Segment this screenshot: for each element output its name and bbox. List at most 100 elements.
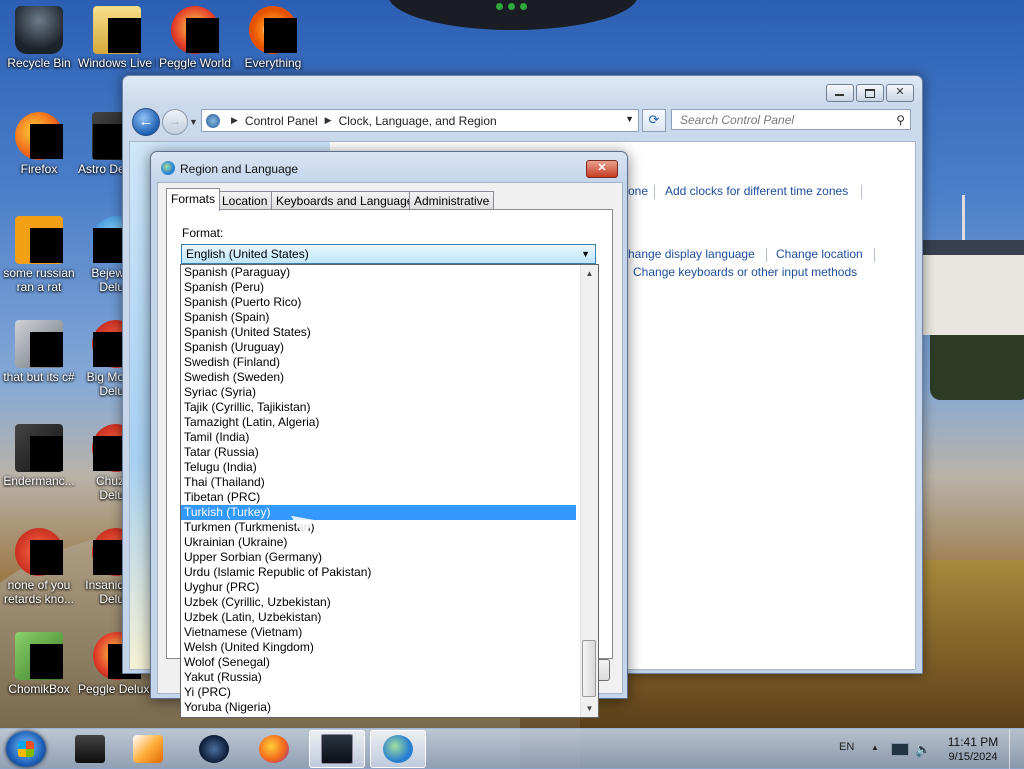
format-option[interactable]: Uzbek (Latin, Uzbekistan) [181, 610, 576, 625]
taskbar-item-firefox[interactable] [246, 730, 302, 768]
desktop-icon-chomikbox[interactable]: ChomikBox [0, 632, 78, 696]
tab-administrative[interactable]: Administrative [409, 191, 495, 210]
taskbar-item-region-language[interactable] [370, 730, 426, 768]
desktop-icon-label: that but its c# [3, 370, 75, 384]
tab-location[interactable]: Location [217, 191, 273, 210]
format-option[interactable]: Turkish (Turkey) [181, 505, 576, 520]
clock-date[interactable]: 9/15/2024 [945, 751, 1001, 763]
scrollbar-thumb[interactable] [582, 640, 596, 697]
format-option[interactable]: Thai (Thailand) [181, 475, 576, 490]
format-option[interactable]: Swedish (Finland) [181, 355, 576, 370]
add-clocks-link[interactable]: Add clocks for different time zones [665, 184, 848, 198]
search-input[interactable]: Search Control Panel ⚲ [671, 109, 911, 130]
breadcrumb-separator: ▶ [231, 115, 238, 125]
format-option[interactable]: Urdu (Islamic Republic of Pakistan) [181, 565, 576, 580]
desktop-icon-firefox[interactable]: Firefox [0, 112, 78, 176]
desktop-icon-label: Bejew Delu [91, 266, 124, 294]
format-option[interactable]: Tamil (India) [181, 430, 576, 445]
desktop-icon-peggle-world[interactable]: Peggle World [156, 6, 234, 70]
recycle-bin-icon [15, 6, 63, 54]
list-scrollbar[interactable]: ▲ ▼ [580, 265, 598, 717]
change-keyboards-link[interactable]: Change keyboards or other input methods [633, 265, 857, 279]
app-icon [15, 424, 63, 472]
firefox-icon [15, 112, 63, 160]
format-option[interactable]: Ukrainian (Ukraine) [181, 535, 576, 550]
format-option[interactable]: Spanish (Uruguay) [181, 340, 576, 355]
format-option[interactable]: Upper Sorbian (Germany) [181, 550, 576, 565]
format-option[interactable]: Spanish (Spain) [181, 310, 576, 325]
format-option[interactable]: Spanish (United States) [181, 325, 576, 340]
desktop-icon-label: Everything [244, 56, 302, 70]
format-option[interactable]: Telugu (India) [181, 460, 576, 475]
desktop-icon-csharp[interactable]: that but its c# [0, 320, 78, 384]
back-button[interactable]: ← [132, 108, 160, 136]
breadcrumb-control-panel[interactable]: Control Panel [245, 114, 318, 128]
format-option[interactable]: Syriac (Syria) [181, 385, 576, 400]
format-option[interactable]: Turkmen (Turkmenistan) [181, 520, 576, 535]
format-option[interactable]: Spanish (Puerto Rico) [181, 295, 576, 310]
change-location-link[interactable]: Change location [776, 247, 863, 261]
format-select[interactable]: English (United States) ▼ [181, 244, 596, 264]
format-option[interactable]: Yi (PRC) [181, 685, 576, 700]
clock-time[interactable]: 11:41 PM [945, 735, 1001, 749]
show-desktop-button[interactable] [1009, 729, 1024, 769]
desktop-icon-none-of-you[interactable]: none of you retards kno... [0, 528, 78, 606]
desktop-icon-recycle-bin[interactable]: Recycle Bin [0, 6, 78, 70]
maximize-button[interactable] [856, 84, 884, 102]
tab-formats[interactable]: Formats [166, 188, 221, 211]
taskbar-item-globe[interactable] [186, 730, 242, 768]
format-option[interactable]: Yoruba (Nigeria) [181, 700, 576, 715]
taskbar-item-media-player[interactable] [120, 730, 176, 768]
forward-button[interactable]: → [162, 109, 188, 135]
format-option[interactable]: Uzbek (Cyrillic, Uzbekistan) [181, 595, 576, 610]
desktop-icon-chuzzle[interactable]: Chuz Delu [78, 424, 140, 502]
refresh-button[interactable]: ⟳ [642, 109, 666, 132]
desktop-icon-insaniquarium[interactable]: Insaniq Delu [78, 528, 140, 606]
chevron-down-icon[interactable]: ▼ [625, 114, 634, 124]
time-zone-link[interactable]: one [628, 184, 648, 198]
chevron-down-icon: ▼ [581, 249, 590, 259]
format-option[interactable]: Welsh (United Kingdom) [181, 640, 576, 655]
redaction-block [30, 332, 63, 367]
scroll-down-icon[interactable]: ▼ [581, 700, 598, 717]
desktop-icon-russian-rat[interactable]: some russian ran a rat [0, 216, 78, 294]
firefox-icon [259, 735, 289, 763]
format-option[interactable]: Tajik (Cyrillic, Tajikistan) [181, 400, 576, 415]
address-bar[interactable]: ▶ Control Panel ▶ Clock, Language, and R… [201, 109, 639, 132]
format-option[interactable]: Swedish (Sweden) [181, 370, 576, 385]
desktop-icon-astro[interactable]: Astro Delu [78, 112, 140, 176]
desktop-icon-windows-live-mail[interactable]: Windows Live Ma [78, 6, 156, 70]
language-indicator[interactable]: EN [839, 741, 854, 753]
taskbar-item-media-device[interactable] [62, 730, 118, 768]
redaction-block [30, 644, 63, 679]
taskbar-item-control-panel[interactable] [309, 730, 365, 768]
breadcrumb-clock-language-region[interactable]: Clock, Language, and Region [339, 114, 497, 128]
format-option[interactable]: Tatar (Russia) [181, 445, 576, 460]
start-button[interactable] [6, 731, 46, 767]
recent-pages-dropdown[interactable]: ▼ [189, 117, 198, 127]
format-option[interactable]: Wolof (Senegal) [181, 655, 576, 670]
volume-icon[interactable]: 🔈 [915, 742, 931, 758]
format-option[interactable]: Yakut (Russia) [181, 670, 576, 685]
change-display-language-link[interactable]: hange display language [628, 247, 755, 261]
desktop-icon-bejeweled[interactable]: Bejew Delu [78, 216, 140, 294]
format-option[interactable]: Spanish (Paraguay) [181, 265, 576, 280]
format-dropdown-list[interactable]: Spanish (Paraguay) Spanish (Peru) Spanish … [180, 264, 599, 718]
desktop-icon-big-money[interactable]: Big Mo Delu [78, 320, 140, 398]
redaction-block [186, 18, 219, 53]
show-hidden-icons[interactable]: ▲ [871, 743, 879, 752]
desktop-icon-endermanch[interactable]: Endermanc... [0, 424, 78, 488]
desktop-icon-everything[interactable]: Everything [234, 6, 312, 70]
format-option[interactable]: Vietnamese (Vietnam) [181, 625, 576, 640]
close-button[interactable]: ✕ [886, 84, 914, 102]
format-option[interactable]: Tamazight (Latin, Algeria) [181, 415, 576, 430]
dialog-close-button[interactable]: ✕ [586, 160, 618, 178]
network-icon[interactable] [891, 743, 909, 756]
tab-keyboards-languages[interactable]: Keyboards and Languages [271, 191, 425, 210]
format-option[interactable]: Tibetan (PRC) [181, 490, 576, 505]
scroll-up-icon[interactable]: ▲ [581, 265, 598, 282]
format-option[interactable]: Uyghur (PRC) [181, 580, 576, 595]
wallpaper-green-dot [520, 3, 527, 10]
format-option[interactable]: Spanish (Peru) [181, 280, 576, 295]
minimize-button[interactable] [826, 84, 854, 102]
